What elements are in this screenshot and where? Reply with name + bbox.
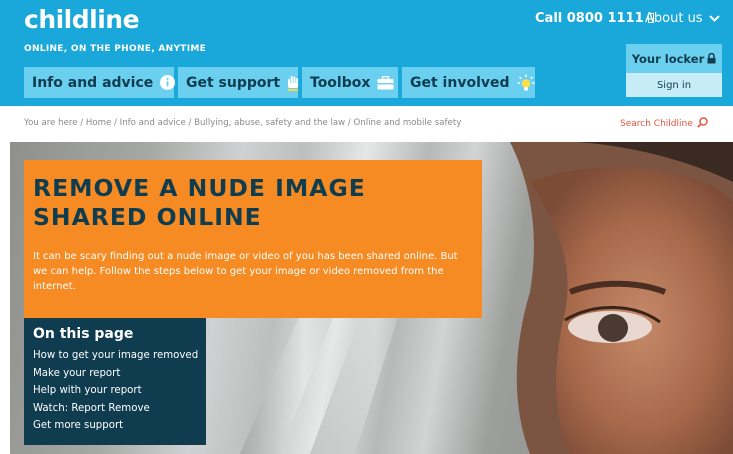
sign-in-button[interactable]: Sign in xyxy=(626,73,722,97)
page-title: Remove a nude image shared online xyxy=(33,174,366,231)
main-nav: Info and advice Get support Toolbox Get … xyxy=(24,67,535,98)
on-this-page-link[interactable]: Make your report xyxy=(33,365,198,383)
nav-label: Get support xyxy=(186,74,281,91)
childline-logo[interactable]: childline xyxy=(24,5,140,34)
lock-icon xyxy=(707,53,716,64)
info-icon xyxy=(160,75,176,90)
site-header: childline Online, on the phone, anytime … xyxy=(0,0,733,106)
on-this-page-list: How to get your image removed Make your … xyxy=(33,347,198,435)
on-this-page-link[interactable]: How to get your image removed xyxy=(33,347,198,365)
nav-get-support[interactable]: Get support xyxy=(178,67,300,98)
tagline: Online, on the phone, anytime xyxy=(24,44,207,54)
breadcrumb-online-safety[interactable]: Online and mobile safety xyxy=(354,118,462,128)
search-link[interactable]: Search Childline xyxy=(620,117,708,129)
toolbox-icon xyxy=(377,75,394,90)
breadcrumb-separator: / xyxy=(347,118,351,128)
on-this-page-panel: On this page How to get your image remov… xyxy=(24,318,206,445)
hand-icon xyxy=(287,75,300,91)
on-this-page-title: On this page xyxy=(33,326,134,342)
your-locker-panel: Your locker Sign in xyxy=(626,44,722,97)
your-locker-button[interactable]: Your locker xyxy=(626,44,722,73)
breadcrumb: You are here / Home / Info and advice / … xyxy=(24,118,461,128)
hero-title-box: Remove a nude image shared online It can… xyxy=(24,160,482,318)
nav-get-involved[interactable]: Get involved xyxy=(402,67,535,98)
breadcrumb-separator: / xyxy=(188,118,192,128)
breadcrumb-home[interactable]: Home xyxy=(86,118,111,128)
nav-label: Toolbox xyxy=(310,74,371,91)
search-icon xyxy=(696,117,708,128)
breadcrumb-info-and-advice[interactable]: Info and advice xyxy=(120,118,186,128)
on-this-page-link[interactable]: Get more support xyxy=(33,417,198,435)
nav-label: Info and advice xyxy=(32,74,154,91)
breadcrumb-bullying[interactable]: Bullying, abuse, safety and the law xyxy=(194,118,345,128)
breadcrumb-prefix: You are here / xyxy=(24,118,84,128)
nav-label: Get involved xyxy=(410,74,510,91)
call-link[interactable]: Call 0800 1111 xyxy=(535,11,654,26)
nav-info-and-advice[interactable]: Info and advice xyxy=(24,67,176,98)
call-label: Call 0800 1111 xyxy=(535,11,644,26)
on-this-page-link[interactable]: Watch: Report Remove xyxy=(33,400,198,418)
about-us-label: About us xyxy=(645,11,703,26)
locker-label: Your locker xyxy=(631,51,705,66)
search-label: Search Childline xyxy=(620,119,693,129)
chevron-down-icon xyxy=(708,11,720,26)
intro-text: It can be scary finding out a nude image… xyxy=(33,251,458,292)
on-this-page-link[interactable]: Help with your report xyxy=(33,382,198,400)
lightbulb-icon xyxy=(517,74,535,92)
breadcrumb-separator: / xyxy=(114,118,117,128)
breadcrumb-bar: You are here / Home / Info and advice / … xyxy=(0,106,733,142)
about-us-menu[interactable]: About us xyxy=(645,11,720,26)
nav-toolbox[interactable]: Toolbox xyxy=(302,67,398,98)
